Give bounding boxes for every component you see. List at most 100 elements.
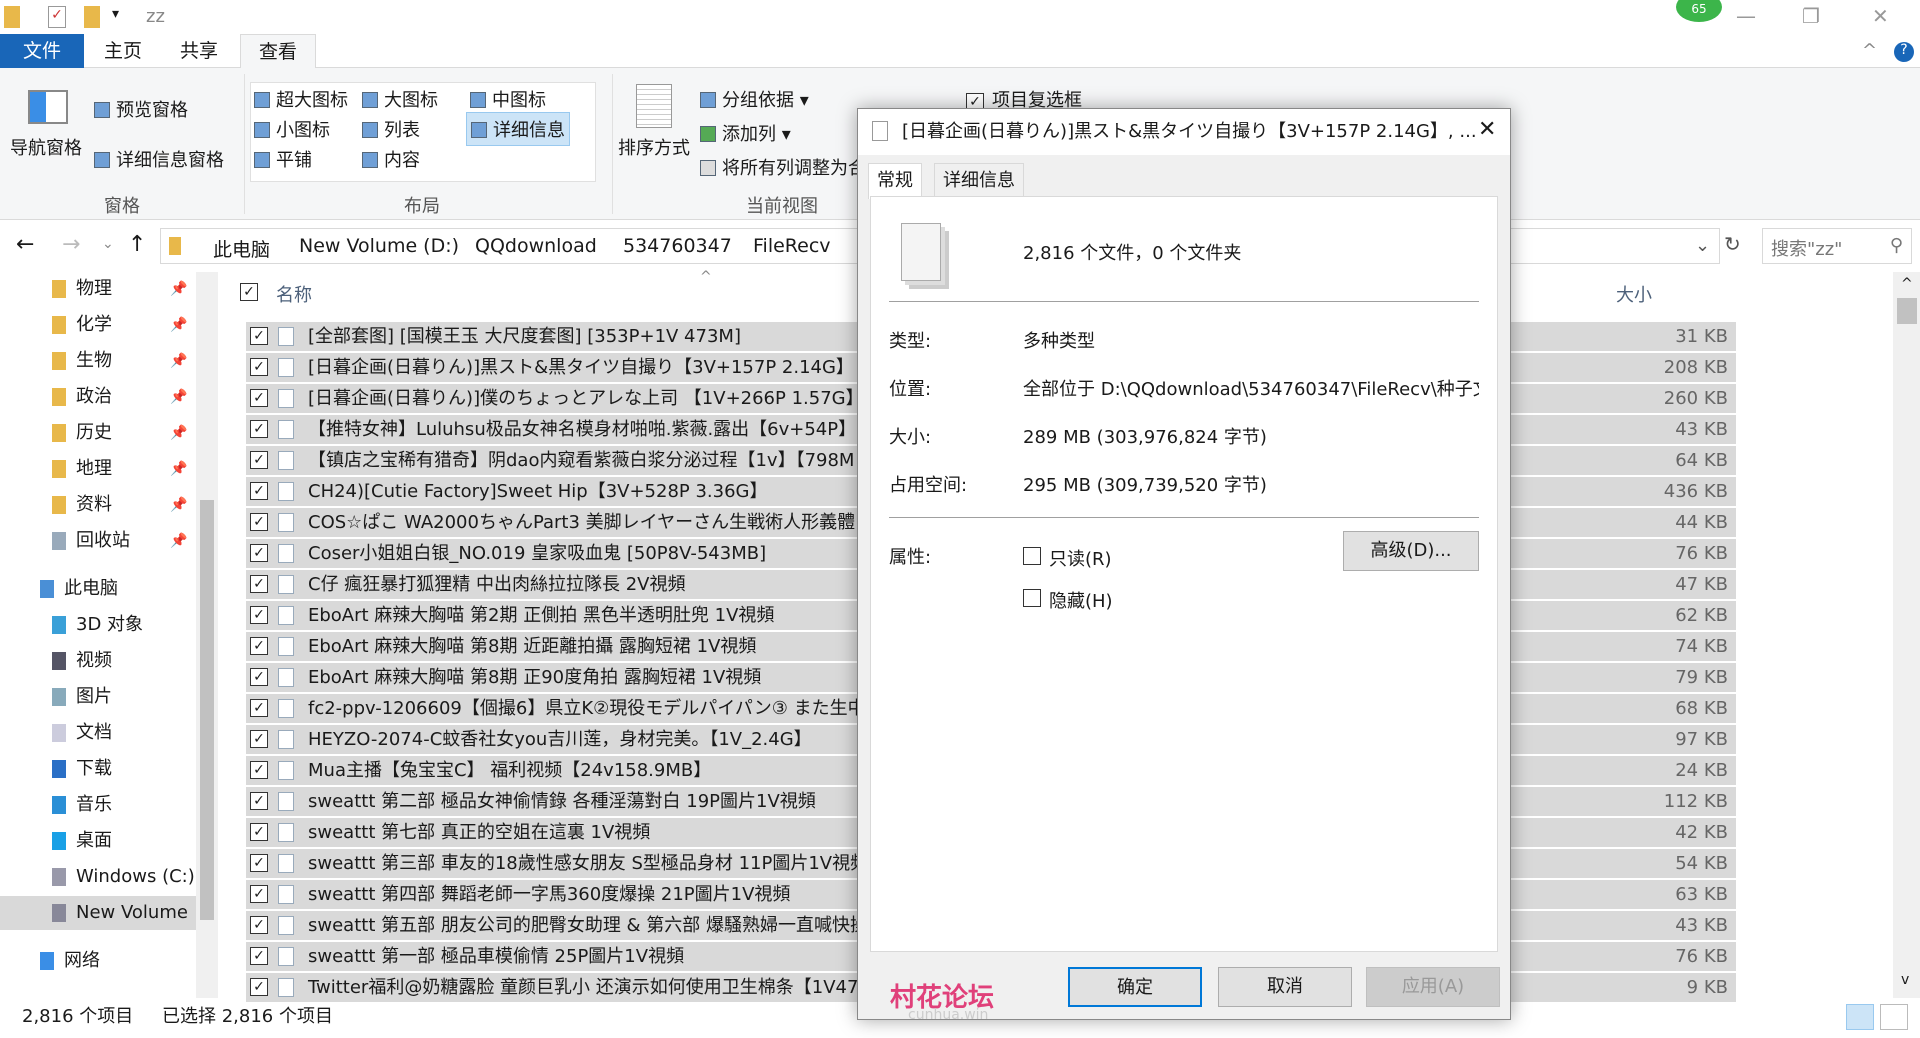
layout-content[interactable]: 内容 bbox=[362, 146, 420, 172]
tab-view[interactable]: 查看 bbox=[240, 34, 317, 69]
nav-item-music[interactable]: 音乐 bbox=[0, 788, 196, 822]
tab-details[interactable]: 详细信息 bbox=[934, 163, 1024, 197]
nav-item-downloads[interactable]: 下载 bbox=[0, 752, 196, 786]
properties-icon[interactable]: ✓ bbox=[48, 6, 66, 28]
nav-item-this-pc[interactable]: 此电脑 bbox=[0, 572, 196, 606]
row-checkbox[interactable]: ✓ bbox=[250, 823, 268, 841]
nav-item-network[interactable]: 网络 bbox=[0, 944, 196, 978]
up-icon[interactable]: ↑ bbox=[128, 232, 146, 257]
help-icon[interactable]: ? bbox=[1894, 42, 1914, 62]
close-button[interactable]: ✕ bbox=[1872, 4, 1889, 28]
row-checkbox[interactable]: ✓ bbox=[250, 327, 268, 345]
layout-large-icons[interactable]: 大图标 bbox=[362, 86, 438, 112]
window-title: zz bbox=[146, 6, 165, 27]
nav-item-materials[interactable]: 资料 📌 bbox=[0, 488, 196, 522]
row-checkbox[interactable]: ✓ bbox=[250, 792, 268, 810]
breadcrumb-this-pc[interactable]: 此电脑 bbox=[213, 235, 270, 262]
layout-details[interactable]: 详细信息 bbox=[466, 112, 570, 146]
minimize-button[interactable]: — bbox=[1736, 4, 1756, 28]
layout-extra-large-icons[interactable]: 超大图标 bbox=[254, 86, 348, 112]
new-folder-icon[interactable] bbox=[84, 6, 100, 28]
nav-item-biology[interactable]: 生物 📌 bbox=[0, 344, 196, 378]
details-view-icon[interactable] bbox=[1846, 1004, 1874, 1030]
navigation-pane-button[interactable]: 导航窗格 bbox=[10, 134, 82, 160]
recent-locations-chevron-icon[interactable]: ⌄ bbox=[102, 236, 114, 252]
collapse-ribbon-icon[interactable]: ^ bbox=[1862, 40, 1877, 61]
preview-pane-button[interactable]: 预览窗格 bbox=[94, 96, 188, 122]
layout-small-icons[interactable]: 小图标 bbox=[254, 116, 330, 142]
nav-item-documents[interactable]: 文档 bbox=[0, 716, 196, 750]
layout-medium-icons[interactable]: 中图标 bbox=[470, 86, 546, 112]
column-name[interactable]: 名称 bbox=[276, 281, 312, 307]
nav-item-desktop[interactable]: 桌面 bbox=[0, 824, 196, 858]
nav-item-chemistry[interactable]: 化学 📌 bbox=[0, 308, 196, 342]
breadcrumb-qqdownload[interactable]: QQdownload bbox=[475, 235, 597, 257]
advanced-button[interactable]: 高级(D)... bbox=[1343, 531, 1479, 571]
forward-icon[interactable]: → bbox=[62, 232, 80, 257]
apply-button[interactable]: 应用(A) bbox=[1366, 967, 1500, 1007]
row-checkbox[interactable]: ✓ bbox=[250, 761, 268, 779]
row-checkbox[interactable]: ✓ bbox=[250, 513, 268, 531]
size-all-columns-button[interactable]: 将所有列调整为合 bbox=[700, 154, 866, 180]
layout-tiles[interactable]: 平铺 bbox=[254, 146, 312, 172]
nav-item-politics[interactable]: 政治 📌 bbox=[0, 380, 196, 414]
file-name: sweattt 第七部 真正的空姐在這裏 1V視頻 bbox=[308, 822, 651, 843]
nav-item-videos[interactable]: 视频 bbox=[0, 644, 196, 678]
layout-list[interactable]: 列表 bbox=[362, 116, 420, 142]
tab-general[interactable]: 常规 bbox=[868, 163, 922, 199]
file-size: 47 KB bbox=[1675, 574, 1728, 595]
back-icon[interactable]: ← bbox=[16, 232, 34, 257]
row-checkbox[interactable]: ✓ bbox=[250, 606, 268, 624]
row-checkbox[interactable]: ✓ bbox=[250, 637, 268, 655]
nav-item-physics[interactable]: 物理 📌 bbox=[0, 272, 196, 306]
refresh-icon[interactable]: ↻ bbox=[1724, 232, 1741, 256]
scroll-thumb[interactable] bbox=[1897, 298, 1917, 324]
cancel-button[interactable]: 取消 bbox=[1218, 967, 1352, 1007]
row-checkbox[interactable]: ✓ bbox=[250, 482, 268, 500]
row-checkbox[interactable]: ✓ bbox=[250, 916, 268, 934]
tab-home[interactable]: 主页 bbox=[86, 34, 160, 68]
breadcrumb-d-drive[interactable]: New Volume (D:) bbox=[299, 235, 459, 257]
row-checkbox[interactable]: ✓ bbox=[250, 730, 268, 748]
breadcrumb-534760347[interactable]: 534760347 bbox=[623, 235, 732, 257]
row-checkbox[interactable]: ✓ bbox=[250, 978, 268, 996]
search-input[interactable]: 搜索"zz" ⚲ bbox=[1762, 228, 1912, 264]
row-checkbox[interactable]: ✓ bbox=[250, 668, 268, 686]
row-checkbox[interactable]: ✓ bbox=[250, 544, 268, 562]
nav-item-new-volume[interactable]: New Volume bbox=[0, 896, 196, 930]
column-size[interactable]: 大小 bbox=[1616, 281, 1652, 307]
row-checkbox[interactable]: ✓ bbox=[250, 451, 268, 469]
nav-item-geography[interactable]: 地理 📌 bbox=[0, 452, 196, 486]
large-icons-view-icon[interactable] bbox=[1880, 1004, 1908, 1030]
row-checkbox[interactable]: ✓ bbox=[250, 358, 268, 376]
customize-toolbar-chevron-icon[interactable]: ▾ bbox=[112, 6, 119, 22]
row-checkbox[interactable]: ✓ bbox=[250, 699, 268, 717]
nav-scrollbar[interactable] bbox=[196, 272, 218, 998]
nav-item-windows-c[interactable]: Windows (C:) bbox=[0, 860, 196, 894]
details-pane-button[interactable]: 详细信息窗格 bbox=[94, 146, 224, 172]
size-value: 289 MB (303,976,824 字节) bbox=[1023, 427, 1267, 448]
file-list-scrollbar[interactable]: ^ v bbox=[1893, 272, 1920, 998]
tab-share[interactable]: 共享 bbox=[162, 34, 236, 68]
maximize-button[interactable]: ❐ bbox=[1802, 4, 1820, 28]
nav-item-recycle-bin[interactable]: 回收站 📌 bbox=[0, 524, 196, 558]
row-checkbox[interactable]: ✓ bbox=[250, 854, 268, 872]
nav-item-pictures[interactable]: 图片 bbox=[0, 680, 196, 714]
row-checkbox[interactable]: ✓ bbox=[250, 575, 268, 593]
nav-item-history[interactable]: 历史 📌 bbox=[0, 416, 196, 450]
address-dropdown-icon[interactable]: ⌄ bbox=[1695, 235, 1710, 256]
dialog-close-button[interactable]: ✕ bbox=[1478, 117, 1496, 142]
ok-button[interactable]: 确定 bbox=[1068, 967, 1202, 1007]
group-by-button[interactable]: 分组依据 ▾ bbox=[700, 86, 809, 112]
row-checkbox[interactable]: ✓ bbox=[250, 885, 268, 903]
file-size: 24 KB bbox=[1675, 760, 1728, 781]
row-checkbox[interactable]: ✓ bbox=[250, 947, 268, 965]
row-checkbox[interactable]: ✓ bbox=[250, 420, 268, 438]
tab-file[interactable]: 文件 bbox=[0, 34, 84, 68]
sort-by-button[interactable]: 排序方式 bbox=[618, 134, 690, 160]
breadcrumb-filerecv[interactable]: FileRecv bbox=[753, 235, 831, 257]
row-checkbox[interactable]: ✓ bbox=[250, 389, 268, 407]
nav-item-3d-objects[interactable]: 3D 对象 bbox=[0, 608, 196, 642]
add-column-button[interactable]: 添加列 ▾ bbox=[700, 120, 791, 146]
select-all-checkbox[interactable]: ✓ bbox=[240, 283, 258, 301]
